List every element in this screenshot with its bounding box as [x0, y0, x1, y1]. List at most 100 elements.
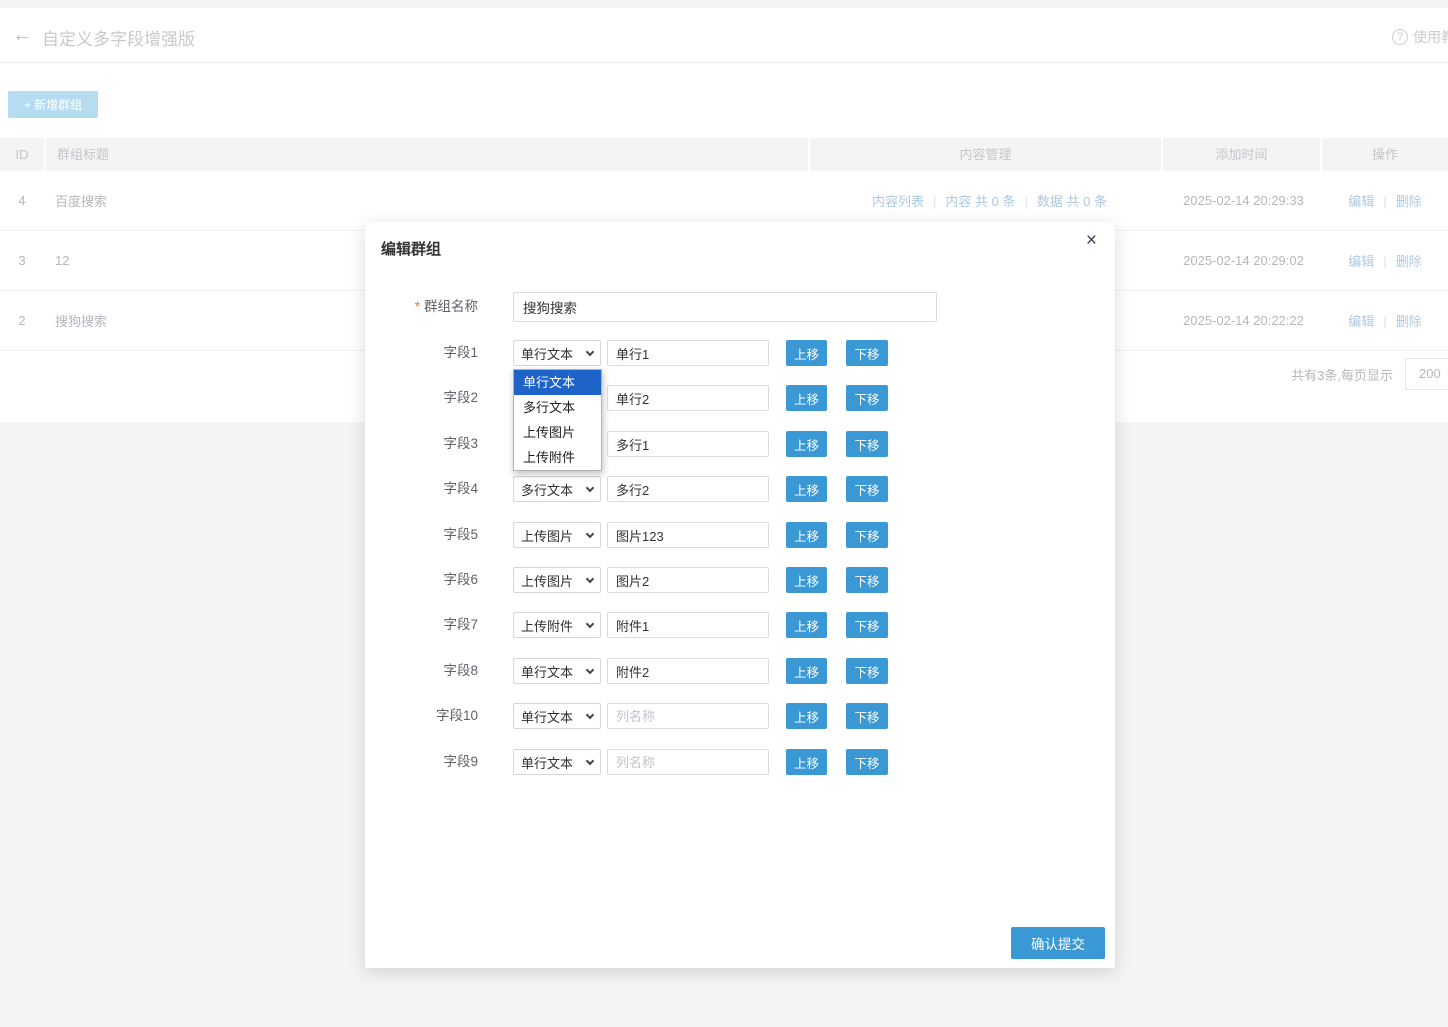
field-label: 字段4 — [365, 476, 478, 502]
field-row: 字段8 单行文本 上移 下移 — [365, 658, 1115, 684]
row-content-links: 内容列表|内容 共 0 条|数据 共 0 条 — [814, 191, 1165, 210]
field-row: 字段2 单行文本 上移 下移 — [365, 385, 1115, 411]
field-name-input[interactable] — [607, 749, 769, 775]
move-up-button[interactable]: 上移 — [786, 612, 827, 638]
chevron-down-icon — [586, 665, 594, 673]
field-type-select[interactable]: 多行文本 — [513, 476, 601, 502]
back-arrow-icon[interactable]: ← — [12, 23, 33, 47]
content-count-link[interactable]: 内容 共 0 条 — [945, 194, 1015, 209]
move-up-button[interactable]: 上移 — [786, 522, 827, 548]
page-title: 自定义多字段增强版 — [42, 25, 195, 50]
confirm-submit-button[interactable]: 确认提交 — [1011, 927, 1105, 959]
modal-title: 编辑群组 — [381, 238, 441, 259]
column-header-content: 内容管理 — [810, 138, 1161, 171]
move-up-button[interactable]: 上移 — [786, 476, 827, 502]
page-header: ← 自定义多字段增强版 ? 使用教程 — [0, 8, 1448, 63]
page: ← 自定义多字段增强版 ? 使用教程 + 新增群组 ID 群组标题 内容管理 添… — [0, 0, 1448, 1027]
row-actions: 编辑|删除 — [1322, 311, 1448, 330]
field-name-input[interactable] — [607, 703, 769, 729]
move-down-button[interactable]: 下移 — [846, 385, 888, 411]
move-up-button[interactable]: 上移 — [786, 567, 827, 593]
field-type-select[interactable]: 单行文本 — [513, 749, 601, 775]
field-label: 字段10 — [365, 703, 478, 729]
field-label: 字段9 — [365, 749, 478, 775]
field-type-select[interactable]: 单行文本 — [513, 658, 601, 684]
group-name-input[interactable] — [513, 292, 937, 322]
delete-link[interactable]: 删除 — [1396, 314, 1422, 329]
field-name-input[interactable] — [607, 522, 769, 548]
row-title: 百度搜索 — [44, 191, 814, 210]
move-up-button[interactable]: 上移 — [786, 749, 827, 775]
row-actions: 编辑|删除 — [1322, 191, 1448, 210]
move-up-button[interactable]: 上移 — [786, 340, 827, 366]
delete-link[interactable]: 删除 — [1396, 254, 1422, 269]
move-down-button[interactable]: 下移 — [846, 340, 888, 366]
chevron-down-icon — [586, 710, 594, 718]
help-link[interactable]: ? 使用教程 — [1392, 27, 1448, 47]
field-row: 字段4 多行文本 上移 下移 — [365, 476, 1115, 502]
move-up-button[interactable]: 上移 — [786, 703, 827, 729]
move-down-button[interactable]: 下移 — [846, 431, 888, 457]
edit-group-modal: 编辑群组 × *群组名称 字段1 单行文本 上移 下移 字段2 单行文本 上移 … — [365, 222, 1115, 968]
field-type-select[interactable]: 单行文本 — [513, 340, 601, 366]
move-down-button[interactable]: 下移 — [846, 658, 888, 684]
field-row: 字段5 上传图片 上移 下移 — [365, 522, 1115, 548]
move-down-button[interactable]: 下移 — [846, 612, 888, 638]
data-count-link[interactable]: 数据 共 0 条 — [1037, 194, 1107, 209]
move-up-button[interactable]: 上移 — [786, 385, 827, 411]
row-id: 2 — [0, 313, 44, 328]
field-name-input[interactable] — [607, 567, 769, 593]
chevron-down-icon — [586, 619, 594, 627]
row-time: 2025-02-14 20:22:22 — [1165, 313, 1322, 328]
field-name-input[interactable] — [607, 612, 769, 638]
field-type-select[interactable]: 上传图片 — [513, 522, 601, 548]
table-header-row: ID 群组标题 内容管理 添加时间 操作 — [0, 138, 1448, 171]
required-mark: * — [415, 299, 420, 314]
move-up-button[interactable]: 上移 — [786, 658, 827, 684]
dropdown-option[interactable]: 多行文本 — [514, 395, 601, 420]
field-type-select[interactable]: 上传图片 — [513, 567, 601, 593]
move-down-button[interactable]: 下移 — [846, 749, 888, 775]
field-type-dropdown: 单行文本 多行文本 上传图片 上传附件 — [513, 369, 602, 471]
move-down-button[interactable]: 下移 — [846, 703, 888, 729]
field-label: 字段6 — [365, 567, 478, 593]
pagination-summary: 共有3条,每页显示 — [1291, 365, 1393, 384]
row-time: 2025-02-14 20:29:33 — [1165, 193, 1322, 208]
field-label: 字段7 — [365, 612, 478, 638]
column-header-actions: 操作 — [1322, 138, 1448, 171]
field-name-input[interactable] — [607, 658, 769, 684]
field-row: 字段6 上传图片 上移 下移 — [365, 567, 1115, 593]
move-up-button[interactable]: 上移 — [786, 431, 827, 457]
dropdown-option[interactable]: 上传附件 — [514, 445, 601, 470]
dropdown-option[interactable]: 上传图片 — [514, 420, 601, 445]
field-type-select[interactable]: 单行文本 — [513, 703, 601, 729]
move-down-button[interactable]: 下移 — [846, 567, 888, 593]
close-icon[interactable]: × — [1086, 230, 1097, 252]
field-name-input[interactable] — [607, 340, 769, 366]
field-label: 字段1 — [365, 340, 478, 366]
move-down-button[interactable]: 下移 — [846, 476, 888, 502]
delete-link[interactable]: 删除 — [1396, 194, 1422, 209]
edit-link[interactable]: 编辑 — [1348, 194, 1374, 209]
dropdown-option[interactable]: 单行文本 — [514, 370, 601, 395]
page-size-select[interactable]: 200 — [1405, 358, 1448, 390]
column-header-id: ID — [0, 138, 44, 171]
field-name-input[interactable] — [607, 431, 769, 457]
edit-link[interactable]: 编辑 — [1348, 314, 1374, 329]
field-name-input[interactable] — [607, 476, 769, 502]
edit-link[interactable]: 编辑 — [1348, 254, 1374, 269]
chevron-down-icon — [586, 347, 594, 355]
field-name-input[interactable] — [607, 385, 769, 411]
field-label: 字段5 — [365, 522, 478, 548]
field-type-select[interactable]: 上传附件 — [513, 612, 601, 638]
circle-question-icon: ? — [1392, 29, 1408, 45]
field-row: 字段1 单行文本 上移 下移 — [365, 340, 1115, 366]
content-list-link[interactable]: 内容列表 — [872, 194, 924, 209]
chevron-down-icon — [586, 756, 594, 764]
field-label: 字段2 — [365, 385, 478, 411]
field-label: 字段8 — [365, 658, 478, 684]
column-header-title: 群组标题 — [46, 138, 808, 171]
chevron-down-icon — [586, 483, 594, 491]
add-group-button[interactable]: + 新增群组 — [8, 91, 98, 118]
move-down-button[interactable]: 下移 — [846, 522, 888, 548]
